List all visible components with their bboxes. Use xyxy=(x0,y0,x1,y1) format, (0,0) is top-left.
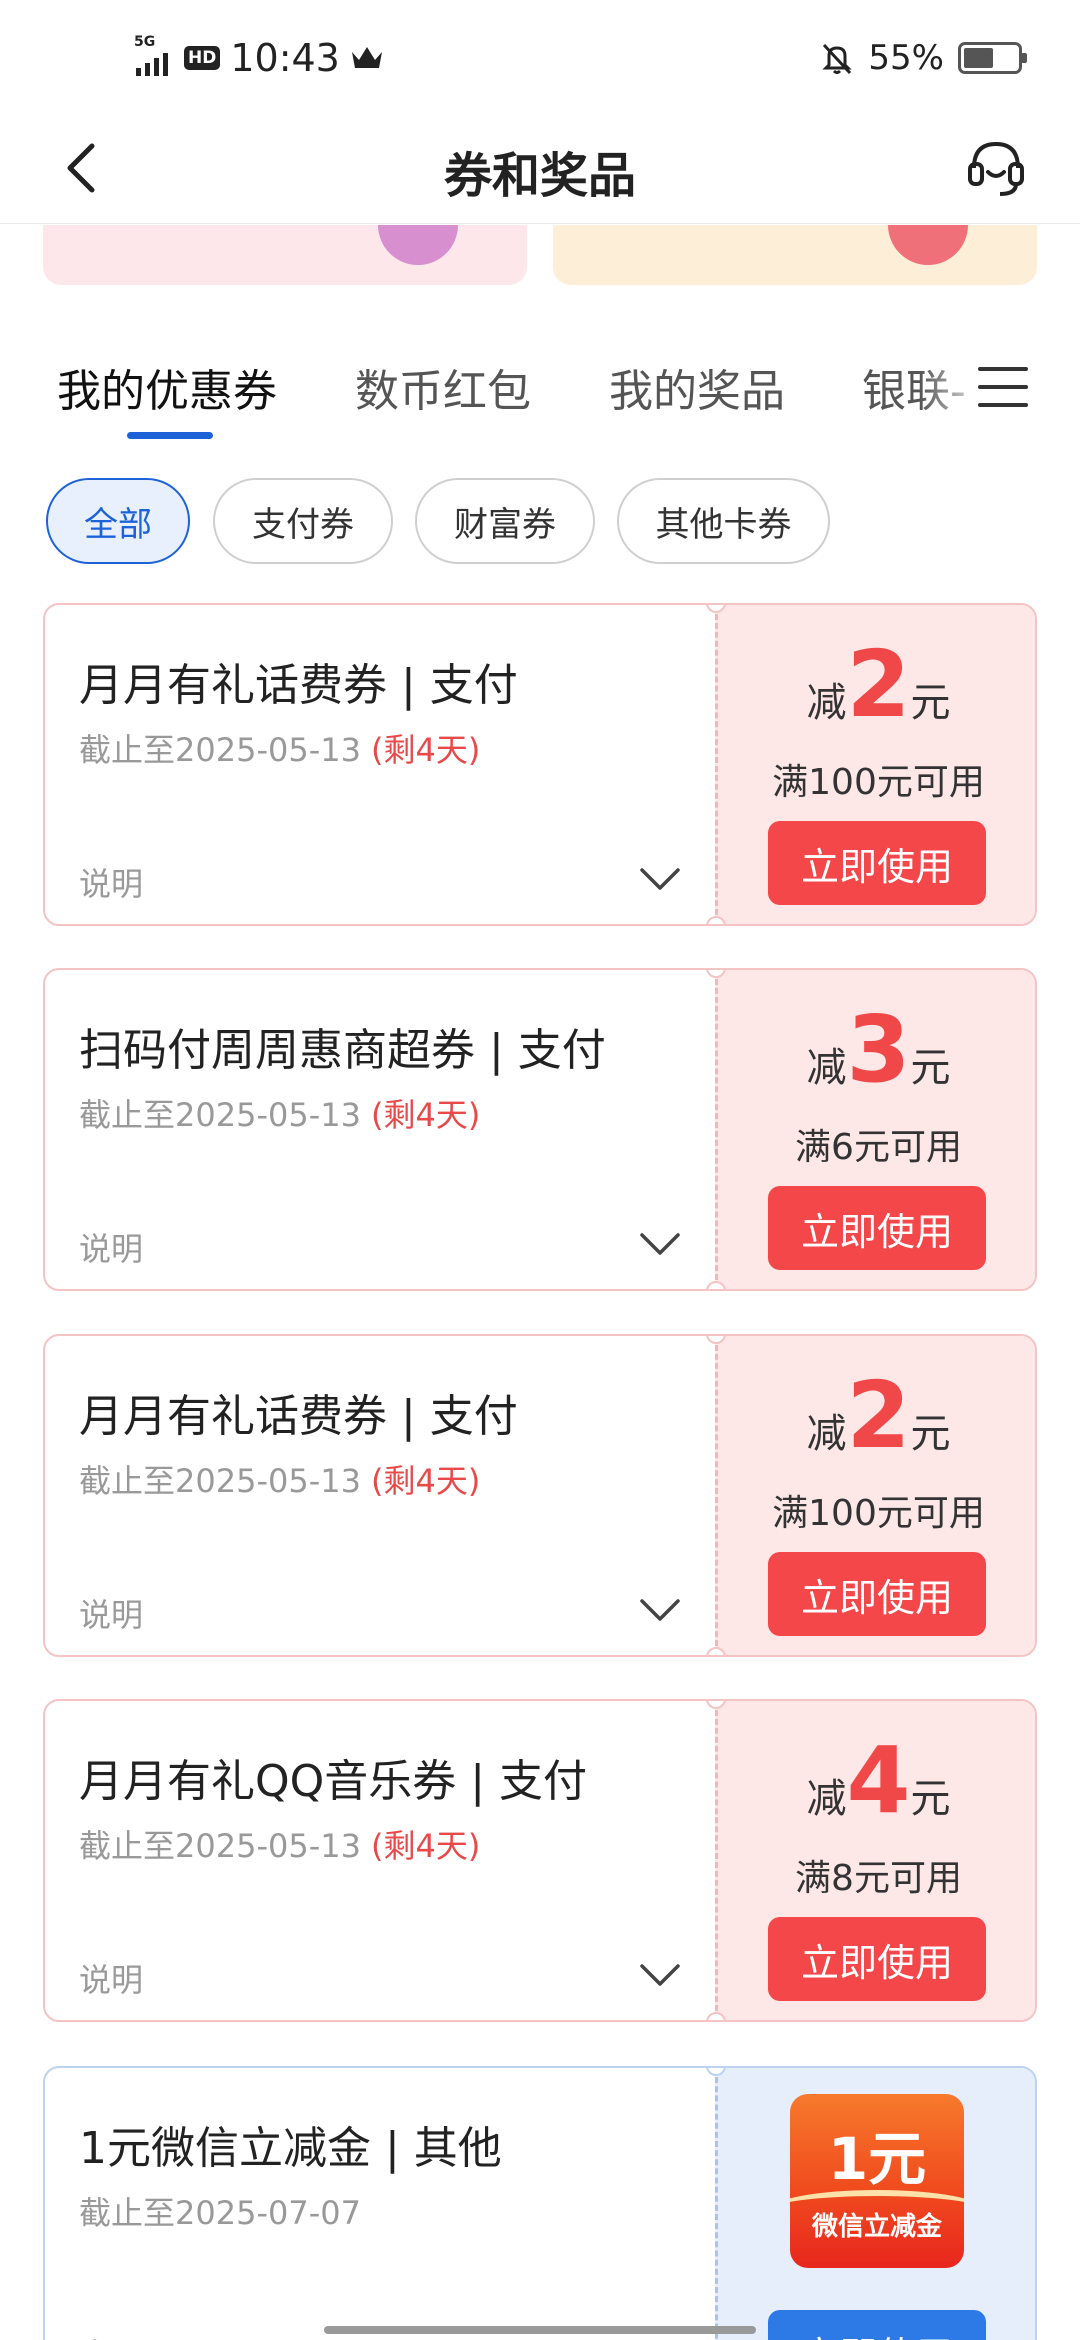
coupon-info: 月月有礼QQ音乐券 | 支付截止至2025-05-13 (剩4天) 说明 xyxy=(45,1701,715,2020)
coupon-title: 扫码付周周惠商超券 | 支付 xyxy=(79,1025,606,1076)
use-now-button[interactable]: 立即使用 xyxy=(768,2310,986,2340)
coupon-amount: 2 xyxy=(846,1362,911,1469)
coupon-expiry-line: 截止至2025-05-13 (剩4天) xyxy=(79,1456,480,1502)
coupon-amount: 2 xyxy=(846,631,911,738)
coupon-title: 1元微信立减金 | 其他 xyxy=(79,2123,502,2174)
promo-banner-left[interactable] xyxy=(43,225,527,285)
coupon-expiry: 截止至2025-05-13 xyxy=(79,1462,361,1500)
coupon-amount-line: 减4元 xyxy=(718,1735,1035,1827)
chevron-down-icon[interactable] xyxy=(639,1963,681,1989)
coupon-value-area: 减3元满6元可用立即使用 xyxy=(715,970,1035,1289)
hd-icon: HD xyxy=(184,46,221,70)
home-indicator[interactable] xyxy=(324,2326,756,2334)
coupon-title: 月月有礼QQ音乐券 | 支付 xyxy=(79,1756,588,1807)
coupon-value-area: 减4元满8元可用立即使用 xyxy=(715,1701,1035,2020)
coupon-amount-line: 减2元 xyxy=(718,639,1035,731)
coupon-amount-line: 减2元 xyxy=(718,1370,1035,1462)
coupon-title: 月月有礼话费券 | 支付 xyxy=(79,1391,518,1442)
page-title: 券和奖品 xyxy=(443,148,636,204)
filter-chips: 全部 支付券 财富券 其他卡券 xyxy=(0,478,1080,566)
customer-service-icon[interactable] xyxy=(966,136,1026,198)
coupon-note-label[interactable]: 说明 xyxy=(79,1955,143,2001)
coupon-expiry-line: 截止至2025-05-13 (剩4天) xyxy=(79,725,480,771)
coupon-info: 1元微信立减金 | 其他 截止至2025-07-07 幸运99 xyxy=(45,2068,715,2340)
coupon-info: 月月有礼话费券 | 支付截止至2025-05-13 (剩4天) 说明 xyxy=(45,605,715,924)
chevron-down-icon[interactable] xyxy=(639,867,681,893)
coupon-unit: 元 xyxy=(910,680,951,726)
tab-my-coupons[interactable]: 我的优惠券 xyxy=(57,355,277,419)
coupon-minus-label: 减 xyxy=(806,1411,847,1457)
coupon-info: 月月有礼话费券 | 支付截止至2025-05-13 (剩4天) 说明 xyxy=(45,1336,715,1655)
coupon-minus-label: 减 xyxy=(806,1045,847,1091)
coupon-expiry: 截止至2025-07-07 xyxy=(79,2194,361,2232)
coupon-card-wechat[interactable]: 1元微信立减金 | 其他 截止至2025-07-07 幸运99 1元 微信立减金… xyxy=(43,2066,1037,2340)
coupon-amount: 3 xyxy=(846,996,911,1103)
coupon-expiry: 截止至2025-05-13 xyxy=(79,731,361,769)
mute-bell-icon xyxy=(822,43,853,75)
signal-icon: 5G xyxy=(134,34,168,76)
badge-label: 微信立减金 xyxy=(811,2212,942,2242)
filter-all[interactable]: 全部 xyxy=(46,478,190,564)
coupon-partial-note: 幸运99 xyxy=(79,2330,184,2340)
tab-my-prizes[interactable]: 我的奖品 xyxy=(609,355,785,419)
badge-amount: 1元 xyxy=(827,2125,927,2193)
status-left: 5G HD 10:43 xyxy=(134,34,384,80)
coupon-amount: 4 xyxy=(846,1727,911,1834)
status-time: 10:43 xyxy=(230,36,340,80)
battery-percent: 55% xyxy=(868,38,944,78)
coupon-card[interactable]: 扫码付周周惠商超券 | 支付截止至2025-05-13 (剩4天) 说明 减3元满6元… xyxy=(43,968,1037,1291)
filter-payment[interactable]: 支付券 xyxy=(213,478,393,564)
promo-banner-right[interactable] xyxy=(553,225,1037,285)
coupon-info: 扫码付周周惠商超券 | 支付截止至2025-05-13 (剩4天) 说明 xyxy=(45,970,715,1289)
coupon-value-area: 1元 微信立减金 立即使用 xyxy=(715,2068,1035,2340)
coupon-note-label[interactable]: 说明 xyxy=(79,1590,143,1636)
coupon-remaining: (剩4天) xyxy=(370,1827,481,1865)
coupon-card[interactable]: 月月有礼QQ音乐券 | 支付截止至2025-05-13 (剩4天) 说明 减4元满8元… xyxy=(43,1699,1037,2022)
active-tab-indicator xyxy=(127,432,213,439)
chevron-down-icon[interactable] xyxy=(639,1232,681,1258)
menu-icon[interactable] xyxy=(976,363,1030,411)
coupon-note-label[interactable]: 说明 xyxy=(79,1224,143,1270)
filter-wealth[interactable]: 财富券 xyxy=(415,478,595,564)
tab-digital-red-packet[interactable]: 数币红包 xyxy=(355,355,531,419)
coupon-condition: 满6元可用 xyxy=(795,1127,962,1168)
coupon-unit: 元 xyxy=(910,1045,951,1091)
category-tabs: 我的优惠券 数币红包 我的奖品 银联- xyxy=(0,345,1080,455)
coupon-expiry: 截止至2025-05-13 xyxy=(79,1096,361,1134)
status-right: 55% xyxy=(820,38,1027,78)
coupon-condition: 满8元可用 xyxy=(795,1858,962,1899)
coupon-expiry-line: 截止至2025-05-13 (剩4天) xyxy=(79,1821,480,1867)
coupon-title: 月月有礼话费券 | 支付 xyxy=(79,660,518,711)
status-bar: 5G HD 10:43 55% xyxy=(0,0,1080,112)
chevron-down-icon[interactable] xyxy=(639,1598,681,1624)
coupon-minus-label: 减 xyxy=(806,1776,847,1822)
wechat-coupon-badge: 1元 微信立减金 xyxy=(790,2094,964,2268)
coupon-condition: 满100元可用 xyxy=(772,762,985,803)
coupon-amount-line: 减3元 xyxy=(718,1004,1035,1096)
coupon-card[interactable]: 月月有礼话费券 | 支付截止至2025-05-13 (剩4天) 说明 减2元满100元… xyxy=(43,1334,1037,1657)
coupon-remaining: (剩4天) xyxy=(370,1462,481,1500)
nav-bar: 券和奖品 xyxy=(0,112,1080,224)
coupon-remaining: (剩4天) xyxy=(370,731,481,769)
coupon-condition: 满100元可用 xyxy=(772,1493,985,1534)
crown-icon xyxy=(351,47,382,68)
coupon-value-area: 减2元满100元可用立即使用 xyxy=(715,1336,1035,1655)
coupon-unit: 元 xyxy=(910,1776,951,1822)
filter-other-cards[interactable]: 其他卡券 xyxy=(617,478,830,564)
use-now-button[interactable]: 立即使用 xyxy=(768,1917,986,2001)
use-now-button[interactable]: 立即使用 xyxy=(768,1186,986,1270)
network-type: 5G xyxy=(134,34,156,50)
coupon-remaining: (剩4天) xyxy=(370,1096,481,1134)
coupon-value-area: 减2元满100元可用立即使用 xyxy=(715,605,1035,924)
use-now-button[interactable]: 立即使用 xyxy=(768,1552,986,1636)
coupon-expiry: 截止至2025-05-13 xyxy=(79,1827,361,1865)
coupon-note-label[interactable]: 说明 xyxy=(79,859,143,905)
coupon-minus-label: 减 xyxy=(806,680,847,726)
coupon-card[interactable]: 月月有礼话费券 | 支付截止至2025-05-13 (剩4天) 说明 减2元满100元… xyxy=(43,603,1037,926)
battery-icon xyxy=(958,42,1027,74)
coupon-unit: 元 xyxy=(910,1411,951,1457)
use-now-button[interactable]: 立即使用 xyxy=(768,821,986,905)
coupon-expiry-line: 截止至2025-05-13 (剩4天) xyxy=(79,1090,480,1136)
